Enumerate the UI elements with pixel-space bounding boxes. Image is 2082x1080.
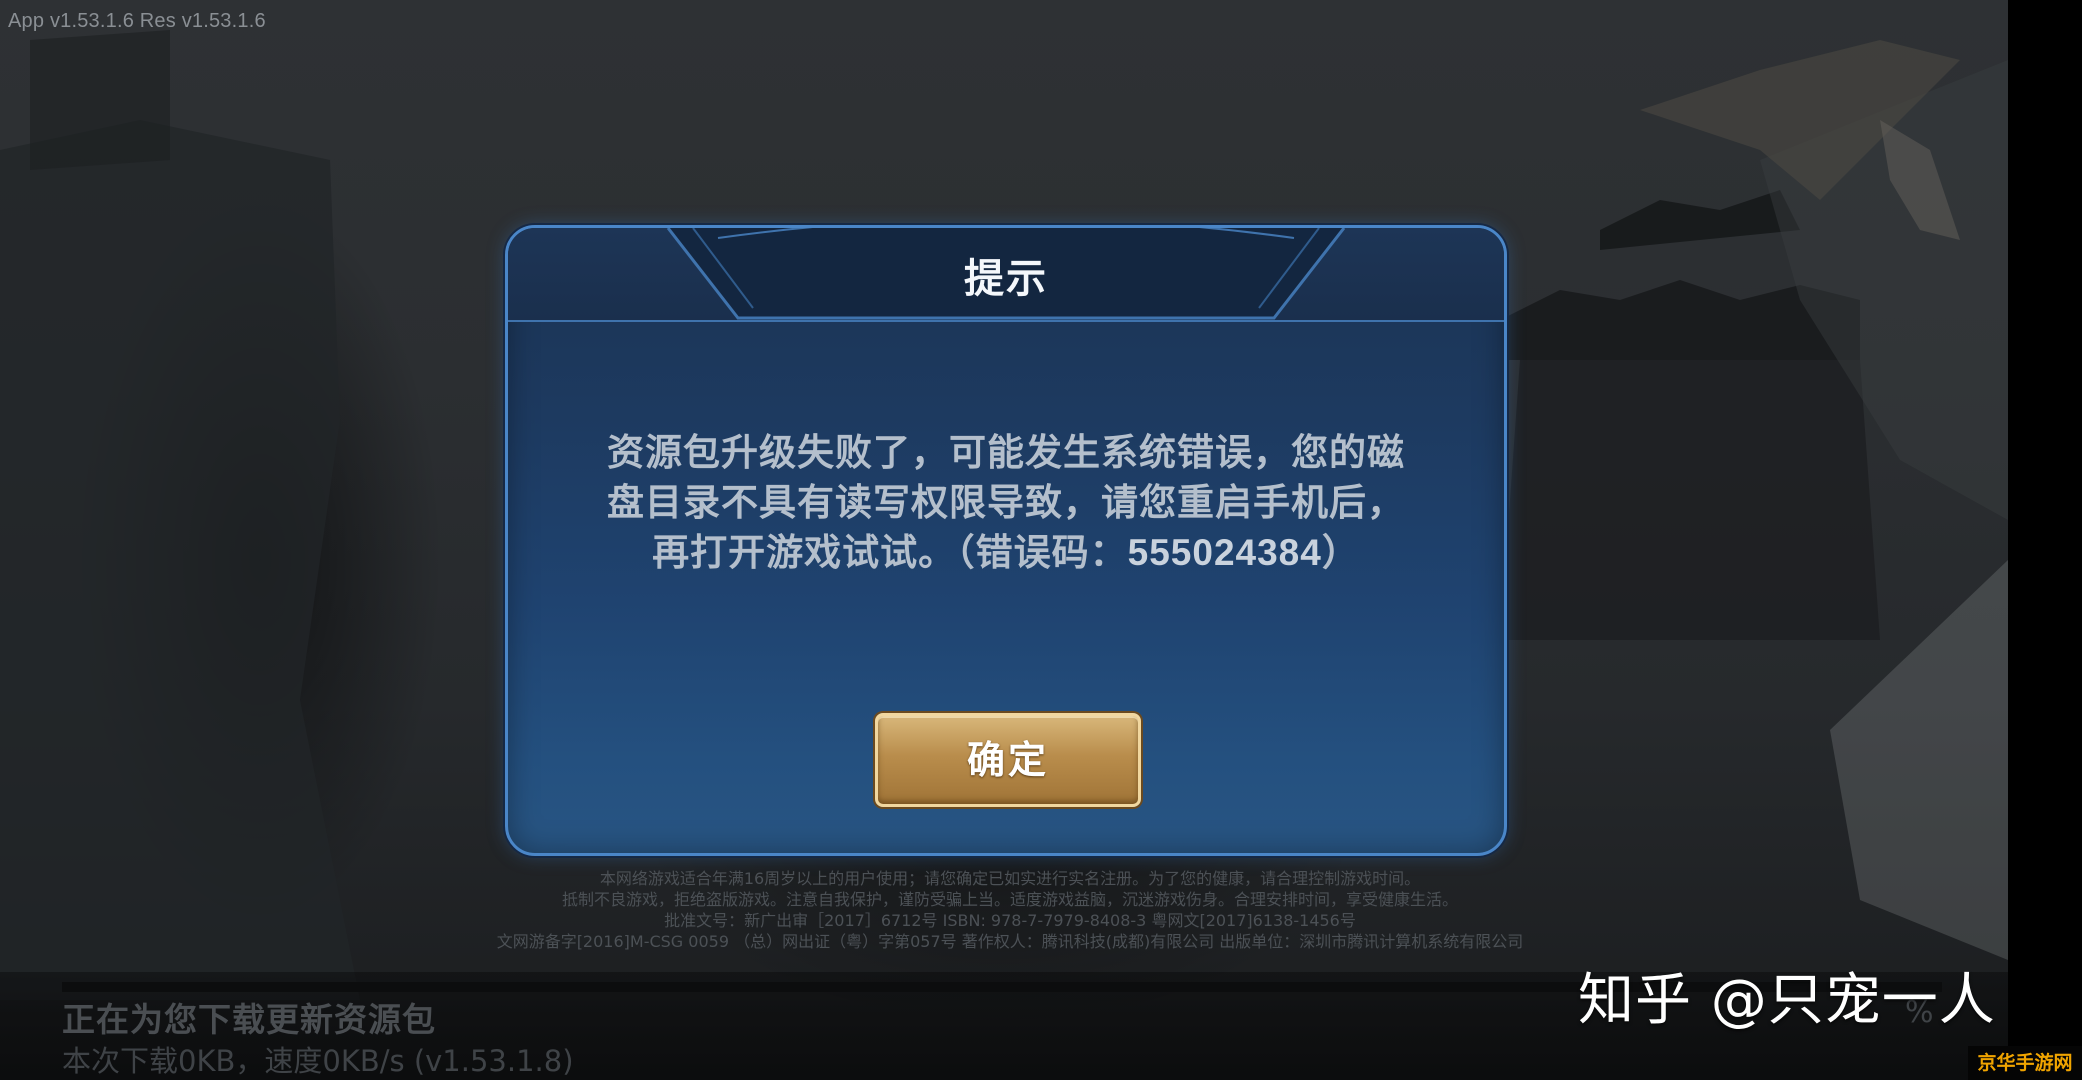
right-letterbox [2008,0,2082,1080]
download-status-title: 正在为您下载更新资源包 [62,1000,436,1039]
dialog-message: 资源包升级失败了，可能发生系统错误，您的磁 盘目录不具有读写权限导致，请您重启手… [588,428,1424,578]
dialog-title: 提示 [964,256,1048,302]
legal-line-2: 抵制不良游戏，拒绝盗版游戏。注意自我保护，谨防受骗上当。适度游戏益脑，沉迷游戏伤… [561,890,1458,909]
dialog-header: 提示 [508,228,1504,322]
message-line-2: 盘目录不具有读写权限导致，请您重启手机后， [607,481,1405,524]
message-line-3: 再打开游戏试试。（错误码：555024384） [588,528,1424,578]
message-line-3-suffix: ） [1321,531,1360,574]
game-screen: App v1.53.1.6 Res v1.53.1.6 提示 资源包升级失败了，… [0,0,2082,1080]
message-line-3-prefix: 再打开游戏试试。（错误码： [652,531,1128,574]
message-line-1: 资源包升级失败了，可能发生系统错误，您的磁 [607,431,1405,474]
corner-watermark: 京华手游网 [1968,1046,2082,1080]
version-label: App v1.53.1.6 Res v1.53.1.6 [8,10,266,32]
legal-line-1: 本网络游戏适合年满16周岁以上的用户使用；请您确定已如实进行实名注册。为了您的健… [599,869,1421,888]
error-code: 555024384 [1127,532,1322,573]
zhihu-watermark: 知乎 @只宠一人 [1578,968,1996,1033]
legal-notice: 本网络游戏适合年满16周岁以上的用户使用；请您确定已如实进行实名注册。为了您的健… [400,868,1620,952]
download-status-info: 本次下载0KB，速度0KB/s (v1.53.1.8) [62,1044,574,1078]
legal-line-4: 文网游备字[2016]M-CSG 0059 （总）网出证（粤）字第057号 著作… [496,932,1524,951]
error-dialog: 提示 资源包升级失败了，可能发生系统错误，您的磁 盘目录不具有读写权限导致，请您… [505,225,1507,856]
legal-line-3: 批准文号：新广出审［2017］6712号 ISBN: 978-7-7979-84… [664,911,1356,930]
confirm-button[interactable]: 确定 [875,713,1141,807]
